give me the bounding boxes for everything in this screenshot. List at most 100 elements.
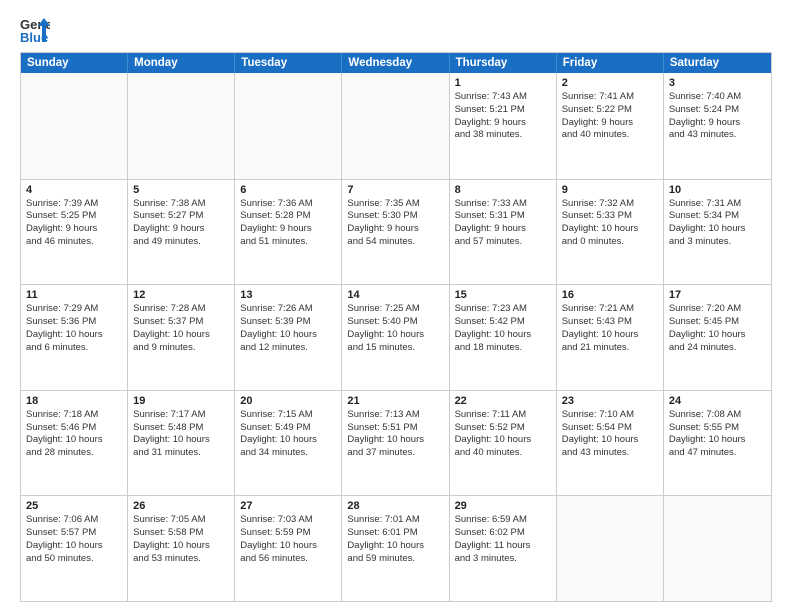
logo: General Blue: [20, 16, 50, 44]
cell-info-line: and 9 minutes.: [133, 342, 229, 355]
cell-info-line: Sunset: 5:43 PM: [562, 316, 658, 329]
day-number: 20: [240, 395, 336, 407]
cell-info-line: Sunrise: 7:36 AM: [240, 198, 336, 211]
cell-info-line: Daylight: 10 hours: [240, 434, 336, 447]
cell-info-line: Sunrise: 7:39 AM: [26, 198, 122, 211]
cell-info-line: Sunset: 5:45 PM: [669, 316, 766, 329]
cell-info-line: and 38 minutes.: [455, 129, 551, 142]
day-number: 9: [562, 184, 658, 196]
table-row: 3Sunrise: 7:40 AMSunset: 5:24 PMDaylight…: [664, 73, 771, 179]
table-row: 26Sunrise: 7:05 AMSunset: 5:58 PMDayligh…: [128, 496, 235, 601]
calendar-row-2: 4Sunrise: 7:39 AMSunset: 5:25 PMDaylight…: [21, 179, 771, 285]
table-row: [128, 73, 235, 179]
table-row: 9Sunrise: 7:32 AMSunset: 5:33 PMDaylight…: [557, 180, 664, 285]
header-day-friday: Friday: [557, 53, 664, 73]
calendar-row-5: 25Sunrise: 7:06 AMSunset: 5:57 PMDayligh…: [21, 495, 771, 601]
day-number: 11: [26, 289, 122, 301]
calendar-row-4: 18Sunrise: 7:18 AMSunset: 5:46 PMDayligh…: [21, 390, 771, 496]
cell-info-line: Daylight: 10 hours: [669, 223, 766, 236]
cell-info-line: Daylight: 10 hours: [669, 329, 766, 342]
day-number: 14: [347, 289, 443, 301]
calendar-body: 1Sunrise: 7:43 AMSunset: 5:21 PMDaylight…: [21, 73, 771, 601]
day-number: 1: [455, 77, 551, 89]
cell-info-line: Sunset: 5:51 PM: [347, 422, 443, 435]
cell-info-line: Daylight: 10 hours: [347, 329, 443, 342]
cell-info-line: Sunrise: 7:23 AM: [455, 303, 551, 316]
cell-info-line: Sunrise: 7:03 AM: [240, 514, 336, 527]
day-number: 17: [669, 289, 766, 301]
cell-info-line: Sunset: 5:54 PM: [562, 422, 658, 435]
day-number: 4: [26, 184, 122, 196]
day-number: 28: [347, 500, 443, 512]
cell-info-line: Sunrise: 7:41 AM: [562, 91, 658, 104]
table-row: 10Sunrise: 7:31 AMSunset: 5:34 PMDayligh…: [664, 180, 771, 285]
table-row: [235, 73, 342, 179]
calendar-row-1: 1Sunrise: 7:43 AMSunset: 5:21 PMDaylight…: [21, 73, 771, 179]
table-row: 28 Sunrise: 7:01 AMSunset: 6:01 PMDayligh…: [342, 496, 449, 601]
cell-info-line: Sunrise: 7:13 AM: [347, 409, 443, 422]
day-number: 24: [669, 395, 766, 407]
day-number: 27: [240, 500, 336, 512]
cell-info-line: and 53 minutes.: [133, 553, 229, 566]
day-number: 16: [562, 289, 658, 301]
cell-info-line: Daylight: 9 hours: [562, 117, 658, 130]
calendar-row-3: 11Sunrise: 7:29 AMSunset: 5:36 PMDayligh…: [21, 284, 771, 390]
cell-info-line: Sunrise: 7:35 AM: [347, 198, 443, 211]
page: General Blue SundayMondayTuesdayWednesda…: [0, 0, 792, 612]
cell-info-line: and 31 minutes.: [133, 447, 229, 460]
cell-info-line: Sunset: 5:22 PM: [562, 104, 658, 117]
cell-info-line: Daylight: 9 hours: [133, 223, 229, 236]
cell-info-line: Daylight: 10 hours: [133, 329, 229, 342]
cell-info-line: Sunrise: 7:01 AM: [347, 514, 443, 527]
day-number: 29: [455, 500, 551, 512]
table-row: 8Sunrise: 7:33 AMSunset: 5:31 PMDaylight…: [450, 180, 557, 285]
table-row: 24Sunrise: 7:08 AMSunset: 5:55 PMDayligh…: [664, 391, 771, 496]
calendar-header: SundayMondayTuesdayWednesdayThursdayFrid…: [21, 53, 771, 73]
table-row: [21, 73, 128, 179]
cell-info-line: and 15 minutes.: [347, 342, 443, 355]
cell-info-line: Daylight: 10 hours: [669, 434, 766, 447]
calendar: SundayMondayTuesdayWednesdayThursdayFrid…: [20, 52, 772, 602]
table-row: 4Sunrise: 7:39 AMSunset: 5:25 PMDaylight…: [21, 180, 128, 285]
cell-info-line: and 50 minutes.: [26, 553, 122, 566]
header-day-saturday: Saturday: [664, 53, 771, 73]
cell-info-line: Sunset: 5:27 PM: [133, 210, 229, 223]
cell-info-line: Daylight: 10 hours: [455, 329, 551, 342]
logo-icon: General Blue: [20, 16, 50, 44]
day-number: 25: [26, 500, 122, 512]
cell-info-line: and 18 minutes.: [455, 342, 551, 355]
header-day-tuesday: Tuesday: [235, 53, 342, 73]
cell-info-line: Sunset: 5:42 PM: [455, 316, 551, 329]
day-number: 7: [347, 184, 443, 196]
day-number: 22: [455, 395, 551, 407]
table-row: 5Sunrise: 7:38 AMSunset: 5:27 PMDaylight…: [128, 180, 235, 285]
day-number: 5: [133, 184, 229, 196]
table-row: 1Sunrise: 7:43 AMSunset: 5:21 PMDaylight…: [450, 73, 557, 179]
cell-info-line: Sunset: 5:30 PM: [347, 210, 443, 223]
table-row: 22Sunrise: 7:11 AMSunset: 5:52 PMDayligh…: [450, 391, 557, 496]
cell-info-line: Daylight: 10 hours: [455, 434, 551, 447]
table-row: 20Sunrise: 7:15 AMSunset: 5:49 PMDayligh…: [235, 391, 342, 496]
table-row: 6Sunrise: 7:36 AMSunset: 5:28 PMDaylight…: [235, 180, 342, 285]
cell-info-line: Sunset: 5:36 PM: [26, 316, 122, 329]
cell-info-line: Sunrise: 7:18 AM: [26, 409, 122, 422]
day-number: 6: [240, 184, 336, 196]
cell-info-line: and 47 minutes.: [669, 447, 766, 460]
cell-info-line: and 54 minutes.: [347, 236, 443, 249]
table-row: 2Sunrise: 7:41 AMSunset: 5:22 PMDaylight…: [557, 73, 664, 179]
cell-info-line: and 34 minutes.: [240, 447, 336, 460]
cell-info-line: Sunset: 5:58 PM: [133, 527, 229, 540]
day-number: 10: [669, 184, 766, 196]
cell-info-line: Sunset: 5:39 PM: [240, 316, 336, 329]
day-number: 23: [562, 395, 658, 407]
cell-info-line: Sunrise: 6:59 AM: [455, 514, 551, 527]
cell-info-line: and 3 minutes.: [669, 236, 766, 249]
day-number: 18: [26, 395, 122, 407]
cell-info-line: Daylight: 10 hours: [347, 540, 443, 553]
cell-info-line: and 0 minutes.: [562, 236, 658, 249]
cell-info-line: Sunset: 6:01 PM: [347, 527, 443, 540]
cell-info-line: and 43 minutes.: [562, 447, 658, 460]
day-number: 13: [240, 289, 336, 301]
cell-info-line: Sunset: 5:33 PM: [562, 210, 658, 223]
cell-info-line: Daylight: 9 hours: [240, 223, 336, 236]
